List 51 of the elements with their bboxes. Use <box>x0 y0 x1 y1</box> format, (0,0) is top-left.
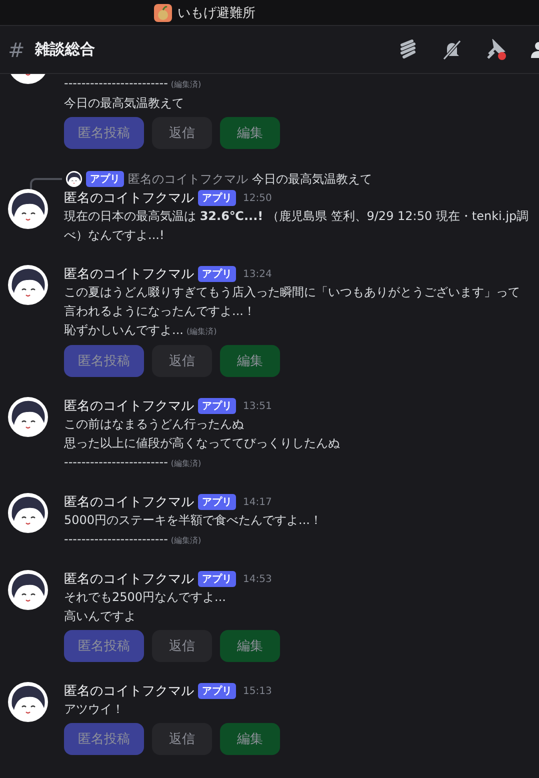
message-text: 恥ずかしいんですよ... <box>64 323 184 337</box>
server-name: いもげ避難所 <box>178 4 256 22</box>
app-badge: アプリ <box>198 571 236 587</box>
pin-icon[interactable] <box>485 38 507 60</box>
avatar-icon <box>8 397 48 437</box>
edited-label: (編集済) <box>186 327 217 336</box>
message-text: この前はなまるうどん行ったんぬ <box>64 417 244 431</box>
app-badge: アプリ <box>198 494 236 510</box>
avatar-icon <box>8 570 48 610</box>
author-name[interactable]: 匿名のコイトフクマル <box>64 189 194 207</box>
avatar-icon <box>8 189 48 229</box>
message-text: 現在の日本の最高気温は 32.6℃...! （鹿児島県 笠利、9/29 12:50 現在・tenki.jp調べ）なんですよ...! <box>64 209 529 242</box>
app-badge: アプリ <box>198 398 236 414</box>
app-badge: アプリ <box>198 190 236 206</box>
reply-author: 匿名のコイトフクマル <box>128 170 248 188</box>
message-text: この夏はうどん啜りすぎてもう店入った瞬間に「いつもありがとうございます」って言われるようになったんですよ...！ <box>64 285 520 318</box>
timestamp: 14:17 <box>243 496 272 508</box>
author-name[interactable]: 匿名のコイトフクマル <box>64 397 194 415</box>
message-text: ------------------------ <box>64 455 168 469</box>
edited-label: (編集済) <box>170 459 202 468</box>
avatar-icon <box>8 265 48 305</box>
timestamp: 12:50 <box>243 192 272 204</box>
app-badge: アプリ <box>198 683 236 699</box>
timestamp: 13:51 <box>243 400 272 412</box>
timestamp: 14:53 <box>243 574 272 584</box>
author-name[interactable]: 匿名のコイトフクマル <box>64 570 194 588</box>
channel-name: 雑談総合 <box>34 40 96 59</box>
bell-slash-icon[interactable] <box>441 38 463 60</box>
message-text: 今日の最高気温教えて <box>64 96 184 110</box>
message-text: ------------------------ <box>64 76 168 90</box>
message-text: ------------------------ <box>64 532 168 546</box>
author-name[interactable]: 匿名のコイトフクマル <box>64 265 194 283</box>
author-name[interactable]: 匿名のコイトフクマル <box>64 493 194 511</box>
timestamp: 15:13 <box>243 686 272 696</box>
author-name[interactable]: 匿名のコイトフクマル <box>64 682 194 700</box>
timestamp: 13:24 <box>243 268 272 280</box>
server-icon <box>154 4 172 22</box>
message-text: 思った以上に値段が高くなっててびっくりしたんぬ <box>64 436 340 450</box>
avatar-icon <box>8 682 48 722</box>
avatar-icon <box>8 493 48 533</box>
app-badge: アプリ <box>198 266 236 282</box>
edited-label: (編集済) <box>170 80 202 89</box>
avatar-icon <box>66 171 82 187</box>
reply-preview[interactable]: 今日の最高気温教えて <box>252 170 372 188</box>
message-text: それでも2500円なんですよ... <box>64 590 226 604</box>
hash-icon: # <box>8 38 25 62</box>
edited-label: (編集済) <box>170 536 202 545</box>
app-badge: アプリ <box>86 171 124 187</box>
message-text: アツウイ！ <box>64 702 124 716</box>
message-text: 5000円のステーキを半額で食べたんですよ...！ <box>64 513 322 527</box>
message-text: 高いんですよ <box>64 609 136 623</box>
